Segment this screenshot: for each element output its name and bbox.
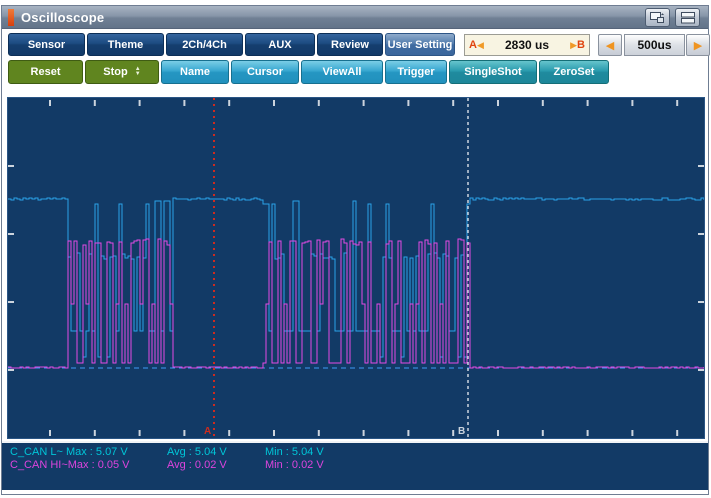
split-window-icon (650, 12, 665, 24)
window-title: Oscilloscope (21, 10, 104, 25)
svg-text:B: B (458, 426, 465, 437)
timebase-increase-button[interactable]: ▶ (686, 34, 710, 56)
ch1-max: C_CAN L~ Max : 5.07 V (10, 446, 167, 459)
ch2-avg: Avg : 0.02 V (167, 459, 265, 472)
scope-canvas: AB (8, 98, 704, 438)
cursor-b-arrow-icon: ▶ (570, 40, 577, 51)
cursor-a-label: A (469, 39, 477, 51)
measurement-panel: C_CAN L~ Max : 5.07 V Avg : 5.04 V Min :… (2, 441, 708, 490)
name-button[interactable]: Name (161, 60, 229, 84)
cursor-delta-value: 2830 us (484, 38, 570, 52)
stop-button-label: Stop (103, 66, 127, 78)
oscilloscope-app: Oscilloscope (0, 0, 711, 498)
aux-button[interactable]: AUX (245, 33, 315, 56)
right-arrow-icon: ▶ (694, 39, 702, 52)
title-bar: Oscilloscope (2, 6, 708, 29)
ch2-max: C_CAN HI~Max : 0.05 V (10, 459, 167, 472)
cursor-delta-readout[interactable]: A ◀ 2830 us ▶ B (464, 34, 590, 56)
theme-button[interactable]: Theme (87, 33, 164, 56)
timebase-value[interactable]: 500us (624, 34, 685, 56)
stop-button[interactable]: Stop ▲▼ (85, 60, 159, 84)
user-setting-button[interactable]: User Setting (385, 33, 455, 56)
viewall-button[interactable]: ViewAll (301, 60, 383, 84)
singleshot-button[interactable]: SingleShot (449, 60, 537, 84)
cursor-button[interactable]: Cursor (231, 60, 299, 84)
channel-mode-button[interactable]: 2Ch/4Ch (166, 33, 243, 56)
svg-text:A: A (204, 426, 211, 437)
review-button[interactable]: Review (317, 33, 383, 56)
ch1-min: Min : 5.04 V (265, 446, 324, 459)
cursor-b-label: B (577, 39, 585, 51)
ch2-min: Min : 0.02 V (265, 459, 324, 472)
trigger-button[interactable]: Trigger (385, 60, 447, 84)
tile-windows-icon (681, 12, 695, 24)
channel-1-stats: C_CAN L~ Max : 5.07 V Avg : 5.04 V Min :… (10, 446, 324, 459)
timebase-decrease-button[interactable]: ◀ (598, 34, 622, 56)
reset-button[interactable]: Reset (8, 60, 83, 84)
channel-2-stats: C_CAN HI~Max : 0.05 V Avg : 0.02 V Min :… (10, 459, 324, 472)
left-arrow-icon: ◀ (606, 39, 614, 52)
split-window-button[interactable] (645, 8, 670, 27)
tile-windows-button[interactable] (675, 8, 700, 27)
stop-spinner-icon: ▲▼ (135, 67, 141, 77)
ch1-avg: Avg : 5.04 V (167, 446, 265, 459)
title-accent-bar (8, 9, 14, 26)
scope-display[interactable]: AB (7, 97, 705, 439)
cursor-a-arrow-icon: ◀ (477, 40, 484, 51)
app-window: Oscilloscope (1, 5, 709, 495)
zeroset-button[interactable]: ZeroSet (539, 60, 609, 84)
sensor-button[interactable]: Sensor (8, 33, 85, 56)
